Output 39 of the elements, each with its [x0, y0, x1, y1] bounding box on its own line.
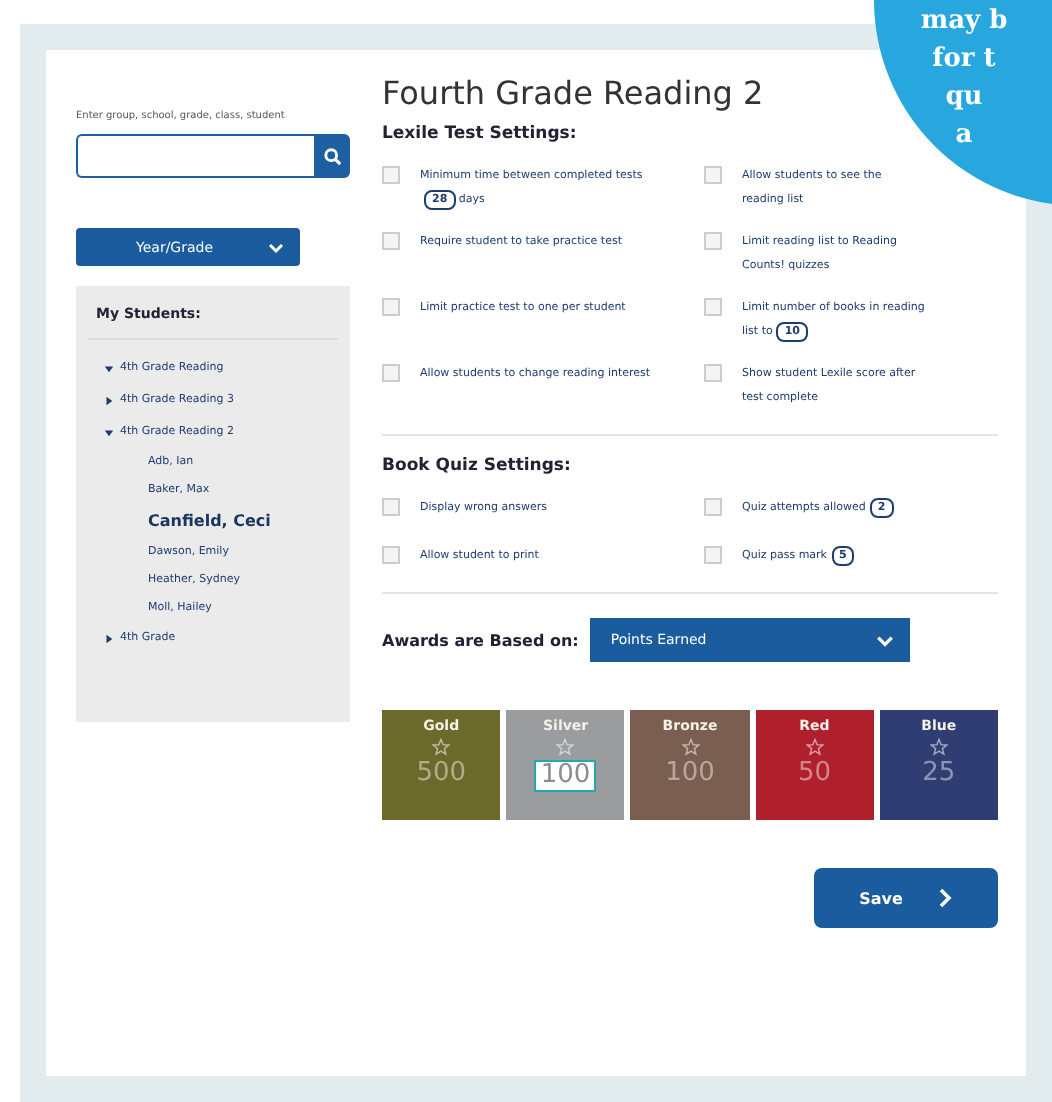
award-points: 100 [534, 760, 597, 792]
checkbox[interactable] [382, 232, 400, 250]
star-icon [805, 738, 824, 756]
save-button[interactable]: Save [814, 868, 998, 928]
chevron-right-icon [938, 888, 953, 908]
search-icon [323, 147, 341, 165]
checkbox[interactable] [704, 298, 722, 316]
award-points: 100 [663, 760, 717, 788]
section-title: Lexile Test Settings: [382, 124, 577, 144]
checkbox[interactable] [382, 166, 400, 184]
checkbox[interactable] [704, 546, 722, 564]
awards-label: Awards are Based on: [382, 631, 579, 649]
caret-down-icon [104, 363, 114, 373]
caret-down-icon [104, 427, 114, 437]
checkbox[interactable] [704, 498, 722, 516]
chevron-down-icon [268, 241, 284, 253]
checkbox[interactable] [382, 298, 400, 316]
caret-right-icon [104, 395, 114, 405]
award-points: 25 [920, 760, 958, 788]
checkbox[interactable] [704, 232, 722, 250]
checkbox[interactable] [382, 546, 400, 564]
student-item[interactable]: Canfield, Ceci [88, 504, 338, 538]
section-title: Book Quiz Settings: [382, 456, 571, 476]
star-icon [681, 738, 699, 756]
award-points: 50 [795, 760, 833, 788]
star-icon [432, 738, 451, 756]
star-icon [556, 738, 575, 756]
search-button[interactable] [314, 134, 350, 178]
checkbox[interactable] [382, 364, 400, 382]
checkbox[interactable] [704, 166, 722, 184]
award-points: 500 [414, 760, 469, 788]
chevron-down-icon [876, 633, 895, 647]
checkbox[interactable] [704, 364, 722, 382]
star-icon [929, 738, 948, 756]
search-field[interactable] [76, 134, 314, 178]
callout-text: may b for t qu a [918, 4, 1010, 154]
page-title: Fourth Grade Reading 2 [382, 74, 764, 112]
caret-right-icon [104, 633, 114, 643]
checkbox[interactable] [382, 498, 400, 516]
